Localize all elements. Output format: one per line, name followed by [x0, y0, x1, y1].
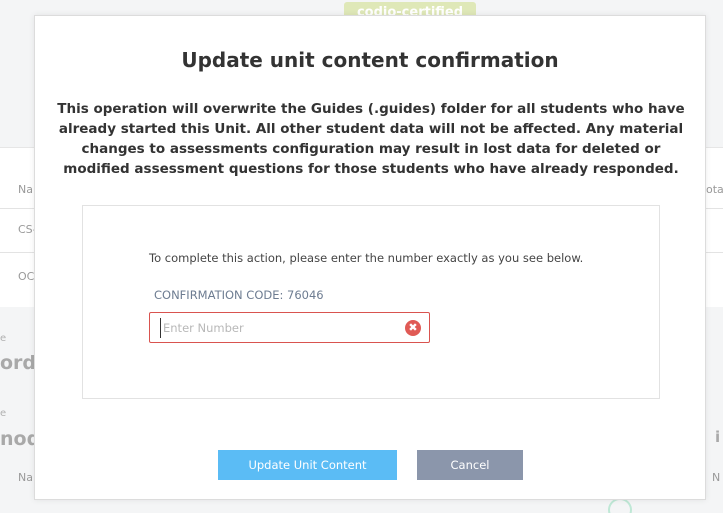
cancel-button[interactable]: Cancel	[417, 450, 523, 480]
right-fragment: N	[712, 471, 721, 484]
table-header-name: Na	[18, 471, 33, 484]
table-row-2-name: OC	[18, 270, 35, 283]
confirmation-number-input[interactable]	[160, 318, 400, 338]
warning-message: This operation will overwrite the Guides…	[57, 101, 685, 177]
update-unit-content-button[interactable]: Update Unit Content	[218, 450, 397, 480]
confirmation-number-field: ✖	[149, 312, 430, 343]
right-fragment: i	[715, 428, 721, 446]
clear-input-icon[interactable]: ✖	[405, 320, 421, 336]
table-header-total: otal	[706, 183, 723, 196]
instruction-text: To complete this action, please enter th…	[149, 251, 584, 265]
confirmation-panel: To complete this action, please enter th…	[82, 205, 660, 399]
update-confirmation-modal: Update unit content confirmation This op…	[34, 15, 706, 500]
confirmation-code: CONFIRMATION CODE: 76046	[154, 288, 324, 302]
table-header-name: Na	[18, 183, 33, 196]
modal-title: Update unit content confirmation	[181, 48, 559, 72]
section-label: e	[0, 333, 7, 344]
progress-ring-icon	[608, 498, 632, 513]
section-label: e	[0, 408, 7, 419]
